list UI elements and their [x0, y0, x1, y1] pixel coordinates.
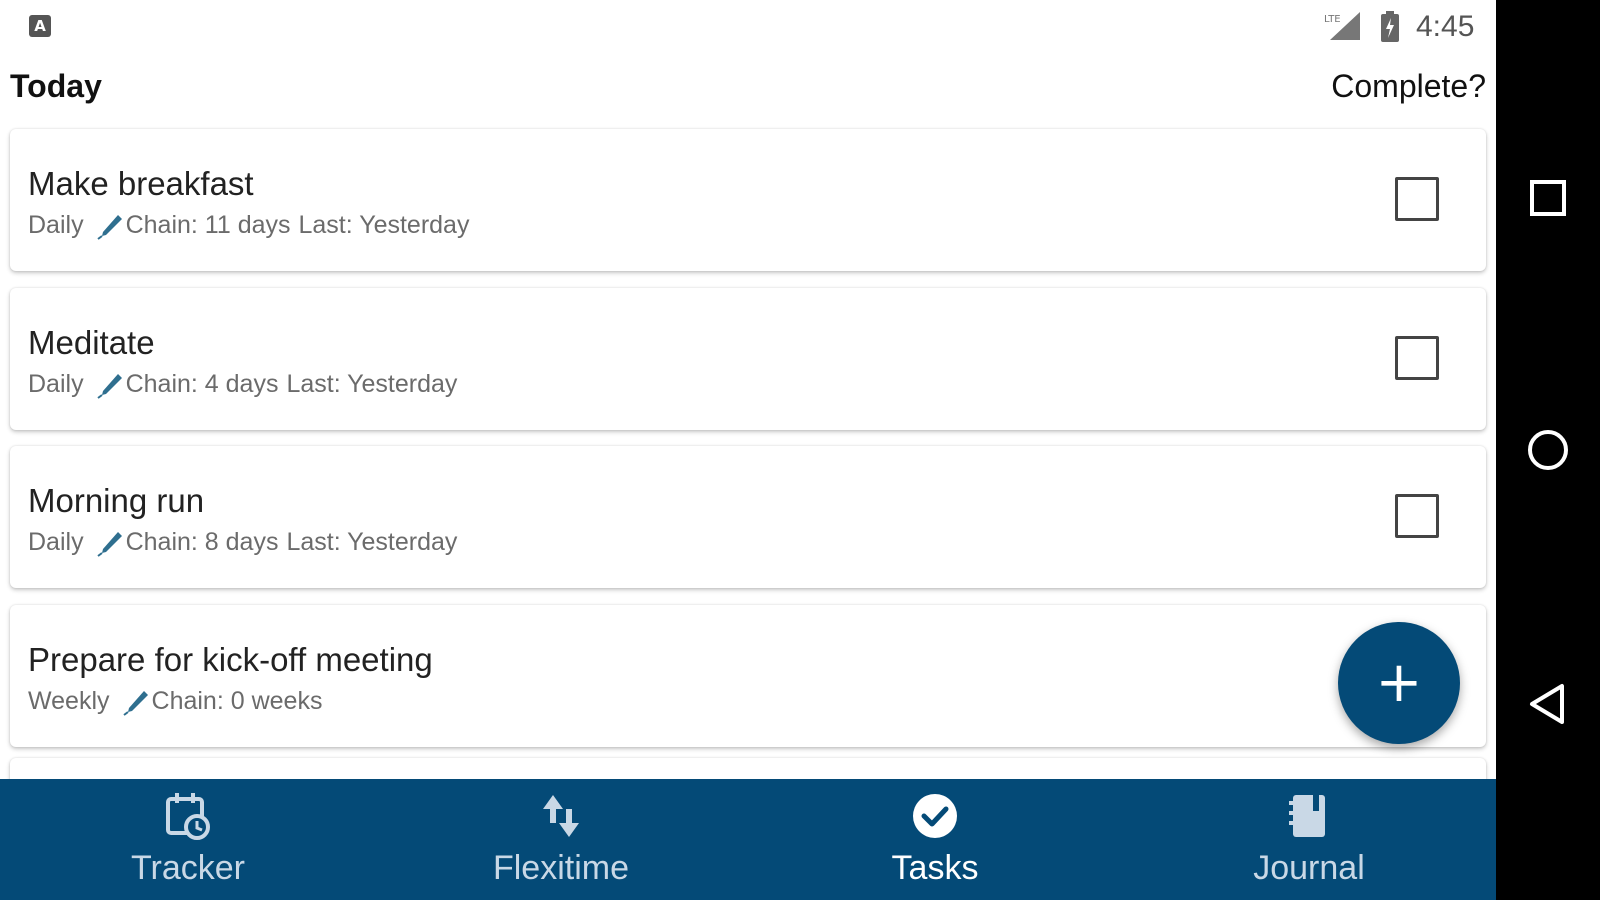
check-circle-icon	[913, 794, 957, 838]
task-meta: Daily Chain: 4 days Last: Yesterday	[28, 370, 457, 399]
system-navigation-bar	[1496, 0, 1600, 900]
app-screen: A LTE 4:45 Today Complete? Make breakfas…	[0, 0, 1496, 900]
task-last: Last: Yesterday	[298, 211, 470, 239]
notebook-icon	[1289, 795, 1325, 837]
back-icon[interactable]	[1526, 682, 1570, 726]
nav-label-flexitime: Flexitime	[492, 849, 630, 887]
notification-icon: A	[29, 15, 51, 37]
task-meta: Weekly Chain: 0 weeks	[28, 687, 322, 716]
task-frequency: Weekly	[28, 687, 110, 715]
nav-item-tasks[interactable]: Tasks	[835, 779, 1035, 900]
status-bar: A LTE 4:45	[0, 0, 1496, 54]
task-card[interactable]: Prepare for kick-off meeting Weekly Chai…	[10, 605, 1486, 747]
task-card[interactable]: Morning run Daily Chain: 8 days Last: Ye…	[10, 446, 1486, 588]
cell-signal-icon: LTE	[1324, 12, 1360, 40]
task-frequency: Daily	[28, 370, 84, 398]
task-chain: Chain: 8 days	[125, 528, 279, 556]
calendar-clock-icon	[166, 793, 210, 840]
home-icon[interactable]	[1526, 428, 1570, 472]
complete-checkbox[interactable]	[1395, 494, 1439, 538]
task-meta: Daily Chain: 8 days Last: Yesterday	[28, 528, 457, 557]
nav-item-journal[interactable]: Journal	[1209, 779, 1409, 900]
complete-column-header: Complete?	[1331, 68, 1486, 104]
nav-item-flexitime[interactable]: Flexitime	[461, 779, 661, 900]
status-clock: 4:45	[1416, 10, 1475, 43]
task-chain: Chain: 0 weeks	[151, 687, 323, 715]
chain-icon	[96, 531, 122, 557]
task-last: Last: Yesterday	[286, 370, 458, 398]
chain-icon	[96, 214, 122, 240]
task-last: Last: Yesterday	[286, 528, 458, 556]
task-chain: Chain: 11 days	[125, 211, 291, 239]
battery-icon	[1381, 11, 1399, 42]
task-chain: Chain: 4 days	[125, 370, 279, 398]
nav-label-journal: Journal	[1253, 849, 1365, 887]
nav-label-tracker: Tracker	[131, 849, 245, 887]
complete-checkbox[interactable]	[1395, 177, 1439, 221]
nav-label-tasks: Tasks	[891, 849, 979, 887]
complete-checkbox[interactable]	[1395, 336, 1439, 380]
bottom-navigation: Tracker Flexitime Tasks Journal	[0, 779, 1496, 900]
page-title: Today	[10, 68, 102, 104]
chain-icon	[96, 373, 122, 399]
nav-item-tracker[interactable]: Tracker	[88, 779, 288, 900]
task-card[interactable]: Make breakfast Daily Chain: 11 days Last…	[10, 129, 1486, 271]
task-title: Morning run	[28, 482, 205, 519]
task-frequency: Daily	[28, 211, 84, 239]
network-badge: LTE	[1324, 14, 1341, 25]
task-title: Meditate	[28, 324, 155, 361]
task-title: Make breakfast	[28, 165, 254, 202]
task-card[interactable]: Meditate Daily Chain: 4 days Last: Yeste…	[10, 288, 1486, 430]
task-meta: Daily Chain: 11 days Last: Yesterday	[28, 211, 469, 240]
swap-vertical-icon	[543, 795, 579, 837]
chain-icon	[122, 690, 148, 716]
task-title: Prepare for kick-off meeting	[28, 641, 433, 678]
recents-icon[interactable]	[1526, 176, 1570, 220]
add-task-button[interactable]: +	[1338, 622, 1460, 744]
task-frequency: Daily	[28, 528, 84, 556]
